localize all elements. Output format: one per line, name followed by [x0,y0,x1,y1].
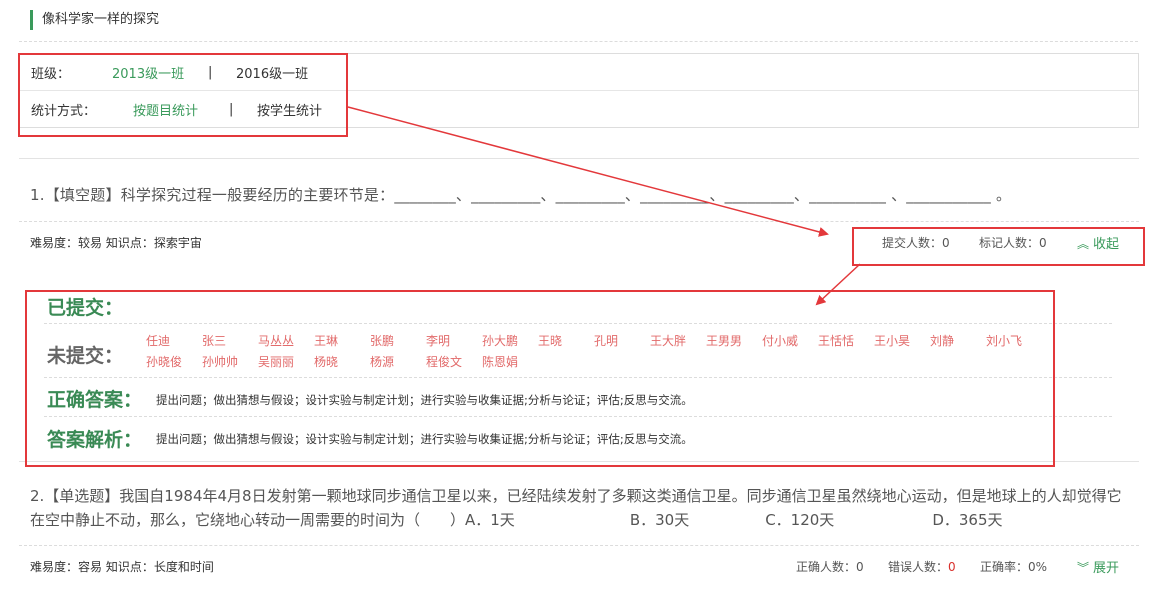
divider [19,545,1139,546]
correct-count: 正确人数：0 [796,560,864,574]
expand-label: 展开 [1093,561,1120,576]
wrong-count: 错误人数：0 [888,560,956,574]
annotation-box-detail [25,290,1055,467]
correct-rate: 正确率：0% [980,560,1048,574]
option-c: C．120天 [765,511,835,529]
question-2-text: 2.【单选题】我国自1984年4月8日发射第一颗地球同步通信卫星以来，已经陆续发… [30,484,1130,532]
divider [19,221,1139,222]
option-b: B．30天 [629,511,690,529]
option-d: D．365天 [932,511,1003,529]
page-title: 像科学家一样的探究 [30,10,159,30]
question-2-meta: 难易度：容易 知识点：长度和时间 [30,560,214,574]
chevron-down-icon: ︾ [1077,561,1090,575]
annotation-box-stats [852,227,1145,266]
divider [19,41,1138,42]
question-1-text: 1.【填空题】科学探究过程一般要经历的主要环节是：________、______… [30,186,1012,204]
annotation-box-filters [18,53,348,137]
divider [19,158,1139,159]
expand-toggle[interactable]: ︾ 展开 [1077,557,1119,576]
question-1-meta: 难易度：较易 知识点：探索宇宙 [30,236,202,250]
